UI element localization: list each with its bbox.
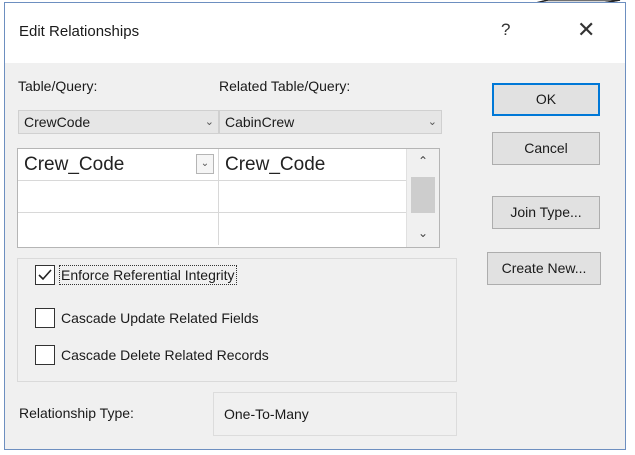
window-title: Edit Relationships	[19, 23, 140, 40]
enforce-referential-integrity-checkbox[interactable]	[35, 265, 55, 285]
help-icon[interactable]: ?	[501, 20, 510, 40]
grid-cell-left[interactable]: Crew_Code ⌄	[18, 149, 219, 180]
cascade-update-option[interactable]: Cascade Update Related Fields	[35, 308, 259, 328]
related-table-query-select[interactable]: CabinCrew ⌄	[219, 110, 442, 134]
chevron-down-icon: ⌄	[427, 116, 437, 128]
relationship-type-label: Relationship Type:	[19, 405, 134, 421]
cascade-update-label: Cascade Update Related Fields	[61, 310, 259, 326]
grid-cell-right[interactable]	[219, 213, 418, 245]
cascade-update-checkbox[interactable]	[35, 308, 55, 328]
scroll-thumb[interactable]	[411, 177, 435, 213]
chevron-down-icon: ⌄	[204, 116, 214, 128]
grid-scrollbar[interactable]: ⌃ ⌄	[406, 149, 439, 247]
cancel-button[interactable]: Cancel	[492, 132, 600, 165]
chevron-down-icon[interactable]: ⌄	[407, 221, 439, 245]
title-bar: Edit Relationships ? ✕	[5, 3, 625, 63]
cascade-delete-option[interactable]: Cascade Delete Related Records	[35, 345, 269, 365]
edit-relationships-dialog: Edit Relationships ? ✕ Table/Query: Rela…	[4, 2, 626, 450]
table-query-label: Table/Query:	[18, 78, 98, 94]
grid-cell-left[interactable]	[18, 181, 219, 212]
cascade-delete-label: Cascade Delete Related Records	[61, 347, 269, 363]
close-icon[interactable]: ✕	[577, 17, 595, 43]
join-type-button[interactable]: Join Type...	[492, 196, 600, 229]
field-mapping-grid: Crew_Code ⌄ Crew_Code ⌃ ⌄	[17, 148, 440, 248]
grid-row	[18, 213, 418, 245]
chevron-up-icon[interactable]: ⌃	[407, 149, 439, 173]
checkmark-icon	[38, 269, 52, 281]
cascade-delete-checkbox[interactable]	[35, 345, 55, 365]
chevron-down-icon[interactable]: ⌄	[196, 154, 214, 174]
table-query-select[interactable]: CrewCode ⌄	[18, 110, 219, 134]
table-query-value: CrewCode	[24, 114, 91, 130]
related-table-query-label: Related Table/Query:	[219, 78, 351, 94]
grid-cell-text: Crew_Code	[24, 154, 125, 175]
grid-cell-text: Crew_Code	[225, 154, 326, 175]
create-new-button[interactable]: Create New...	[487, 252, 601, 285]
grid-row	[18, 181, 418, 213]
enforce-referential-integrity-option[interactable]: Enforce Referential Integrity	[35, 265, 237, 285]
ok-button[interactable]: OK	[492, 83, 600, 116]
related-table-query-value: CabinCrew	[225, 114, 295, 130]
grid-row: Crew_Code ⌄ Crew_Code	[18, 149, 418, 181]
grid-cell-right[interactable]: Crew_Code	[219, 149, 418, 180]
grid-cell-right[interactable]	[219, 181, 418, 212]
relationship-type-value: One-To-Many	[213, 392, 457, 436]
enforce-referential-integrity-label: Enforce Referential Integrity	[59, 265, 237, 285]
grid-cell-left[interactable]	[18, 213, 219, 245]
